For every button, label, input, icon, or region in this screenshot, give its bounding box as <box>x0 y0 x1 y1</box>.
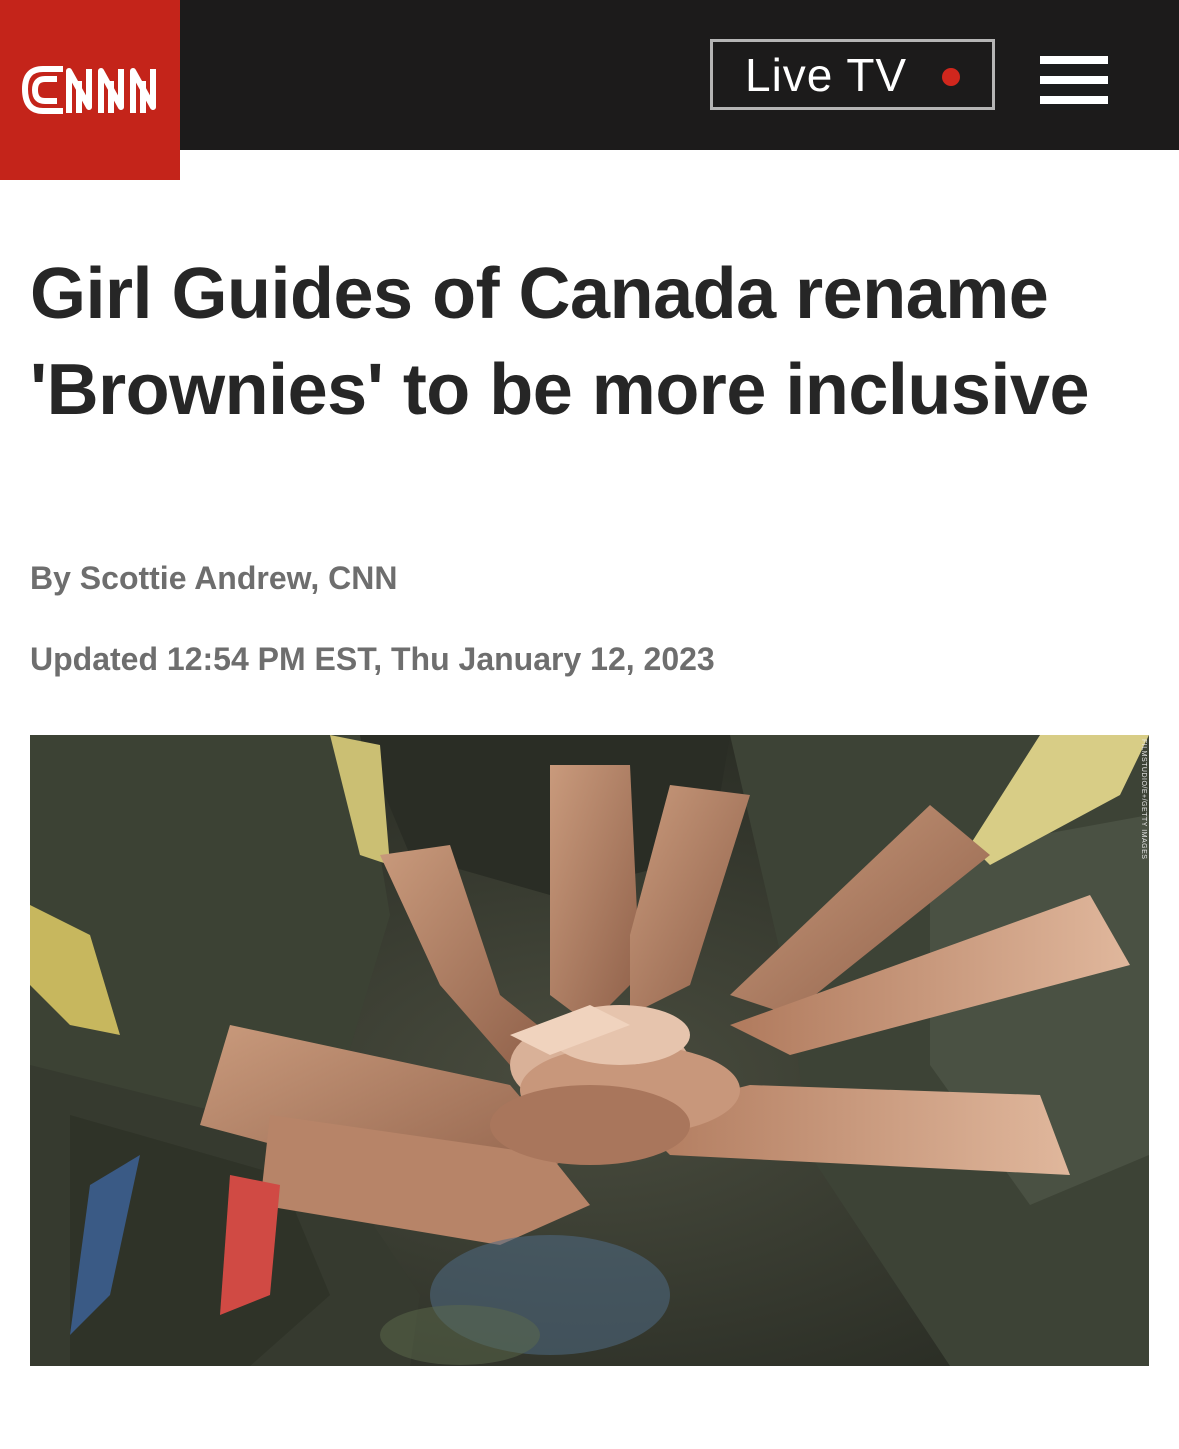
cnn-logo[interactable] <box>0 0 180 180</box>
image-credit: FILMSTUDIO/E+/GETTY IMAGES <box>1140 739 1147 860</box>
cnn-logo-mark <box>22 66 156 114</box>
top-nav-bar: Live TV <box>0 0 1179 180</box>
hamburger-menu-icon[interactable] <box>1040 56 1108 104</box>
article-timestamp: Updated 12:54 PM EST, Thu January 12, 20… <box>30 641 715 677</box>
live-dot-icon <box>942 68 960 86</box>
article-byline: By Scottie Andrew, CNN <box>30 560 398 596</box>
article-headline: Girl Guides of Canada rename 'Brownies' … <box>30 254 1090 430</box>
hero-image: FILMSTUDIO/E+/GETTY IMAGES <box>30 735 1149 1366</box>
live-tv-label: Live TV <box>745 48 908 101</box>
live-tv-button[interactable]: Live TV <box>710 39 995 110</box>
hands-together-photo <box>30 735 1149 1366</box>
